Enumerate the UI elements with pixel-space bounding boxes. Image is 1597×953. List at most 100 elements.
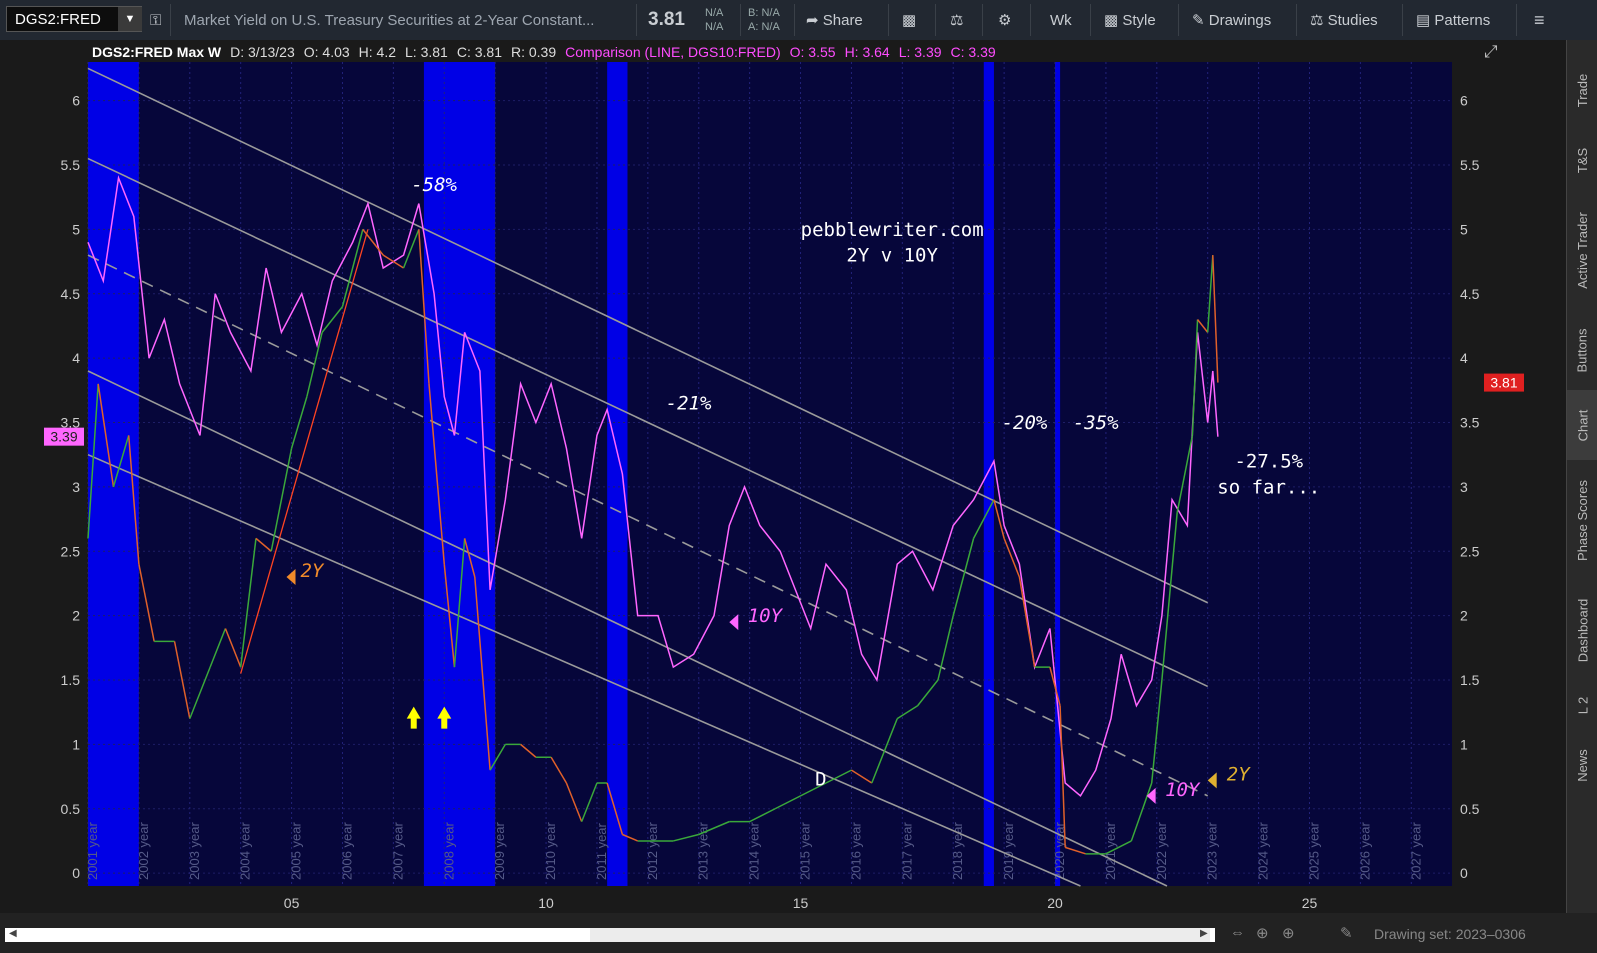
annotation-label: -21% xyxy=(666,393,712,415)
share-button[interactable]: ➦ Share xyxy=(806,0,863,40)
annotation-label: -58% xyxy=(411,174,457,196)
flask-icon[interactable]: ⚖ xyxy=(950,0,963,40)
style-button[interactable]: ▩ Style xyxy=(1104,0,1156,40)
tab-label: Active Trader xyxy=(1575,211,1590,289)
y-tick-label-right: 4.5 xyxy=(1460,286,1480,302)
year-label: 2003 year xyxy=(187,822,202,880)
year-label: 2005 year xyxy=(289,822,304,880)
annotation-label: 2Y xyxy=(1227,763,1251,785)
y-tick-label-right: 0.5 xyxy=(1460,801,1480,817)
change-na: N/A xyxy=(705,7,724,19)
info-close: C: 3.81 xyxy=(452,42,506,62)
y-tick-label-left: 3 xyxy=(72,479,80,495)
y-tick-label-left: 4 xyxy=(72,350,80,366)
comparison-low: L: 3.39 xyxy=(894,42,946,62)
chevron-down-icon[interactable]: ▼ xyxy=(118,7,142,31)
tab-dashboard[interactable]: Dashboard xyxy=(1567,580,1597,680)
year-label: 2007 year xyxy=(390,822,405,880)
right-side-panel: Trade T&S Active Trader Buttons Chart Phase S… xyxy=(1566,40,1597,913)
aggregation-button[interactable]: Wk xyxy=(1050,0,1072,40)
menu-icon[interactable]: ≡ xyxy=(1534,0,1545,40)
tab-label: L 2 xyxy=(1575,696,1590,714)
change-pct-na: N/A xyxy=(705,21,724,33)
comparison-open: O: 3.55 xyxy=(785,42,840,62)
comparison-close: C: 3.39 xyxy=(946,42,1000,62)
drawings-label: Drawings xyxy=(1208,11,1272,29)
tab-news[interactable]: News xyxy=(1567,730,1597,800)
gear-icon[interactable]: ⚙ xyxy=(998,0,1011,40)
share-icon: ➦ xyxy=(806,12,823,29)
price-tag-left-label: 3.39 xyxy=(50,429,77,445)
scroll-left-icon[interactable]: ◀ xyxy=(9,928,17,939)
tab-active-trader[interactable]: Active Trader xyxy=(1567,190,1597,310)
zoom-in-icon[interactable]: ⊕ xyxy=(1282,924,1295,942)
chart-title: DGS2:FRED Max W xyxy=(88,42,226,62)
chart-canvas[interactable]: 6 65.5 5.55 54.5 4.54 43.5 3.53 32.5 2.52 21.5 1.5… xyxy=(0,40,1566,913)
scrollbar-thumb[interactable] xyxy=(590,928,1210,942)
recession-band xyxy=(607,62,628,886)
y-tick-label-left: 1 xyxy=(72,736,80,752)
price-tag-right-label: 3.81 xyxy=(1490,375,1517,391)
tab-phase-scores[interactable]: Phase Scores xyxy=(1567,460,1597,580)
zoom-fit-icon[interactable]: ⇔ xyxy=(1230,924,1245,941)
y-tick-label-left: 4.5 xyxy=(61,286,81,302)
crosshair-icon[interactable]: ⊕ xyxy=(1256,924,1269,942)
y-tick-label-left: 1.5 xyxy=(61,672,81,688)
tab-label: Phase Scores xyxy=(1575,479,1590,561)
info-open: O: 4.03 xyxy=(299,42,354,62)
annotation-label: -35% xyxy=(1073,412,1119,434)
y-tick-label-right: 5.5 xyxy=(1460,157,1480,173)
year-label: 2004 year xyxy=(238,822,253,880)
plot-area xyxy=(88,62,1452,886)
snapshot-icon[interactable]: ▩ xyxy=(902,0,916,40)
info-date: D: 3/13/23 xyxy=(226,42,299,62)
drawing-set-label[interactable]: Drawing set: 2023–0306 xyxy=(1374,926,1526,942)
y-tick-label-right: 3 xyxy=(1460,479,1468,495)
patterns-icon: ▤ xyxy=(1416,12,1435,29)
recession-band xyxy=(983,62,994,886)
pencil-icon[interactable]: ✎ xyxy=(1340,924,1353,942)
studies-button[interactable]: ⚖ Studies xyxy=(1310,0,1378,40)
comparison-high: H: 3.64 xyxy=(840,42,894,62)
tab-t-s[interactable]: T&S xyxy=(1567,130,1597,190)
y-tick-label-right: 6 xyxy=(1460,93,1468,109)
x-tick-label: 25 xyxy=(1302,895,1318,911)
x-tick-label: 05 xyxy=(284,895,300,911)
top-toolbar: DGS2:FRED ▼ ⚿ Market Yield on U.S. Treas… xyxy=(0,0,1597,41)
drawings-button[interactable]: ✎ Drawings xyxy=(1192,0,1271,40)
annotation-label: 10Y xyxy=(748,605,784,627)
year-label: 2011 year xyxy=(594,822,609,880)
tab-l-2[interactable]: L 2 xyxy=(1567,680,1597,730)
y-tick-label-left: 0 xyxy=(72,865,80,881)
studies-label: Studies xyxy=(1327,11,1378,29)
y-tick-label-right: 1.5 xyxy=(1460,672,1480,688)
scroll-right-icon[interactable]: ▶ xyxy=(1200,928,1208,939)
style-label: Style xyxy=(1122,11,1156,29)
tab-label: Chart xyxy=(1575,409,1591,441)
year-label: 2015 year xyxy=(798,822,813,880)
expand-icon[interactable]: ⤢ xyxy=(1484,42,1498,62)
bid-value: B: N/A xyxy=(748,7,780,19)
x-tick-label: 10 xyxy=(538,895,554,911)
symbol-description: Market Yield on U.S. Treasury Securities… xyxy=(184,11,595,29)
y-tick-label-right: 2.5 xyxy=(1460,543,1480,559)
tab-chart[interactable]: Chart xyxy=(1567,390,1597,460)
tab-trade[interactable]: Trade xyxy=(1567,50,1597,130)
year-label: 2026 year xyxy=(1357,822,1372,880)
flask-icon: ⚖ xyxy=(1310,12,1328,29)
last-price: 3.81 xyxy=(648,9,685,30)
annotation-label: -20% xyxy=(1002,412,1048,434)
year-label: 2001 year xyxy=(85,822,100,880)
patterns-label: Patterns xyxy=(1434,11,1491,29)
y-tick-label-left: 5 xyxy=(72,221,80,237)
y-tick-label-right: 5 xyxy=(1460,221,1468,237)
chart-info-bar: DGS2:FRED Max W D: 3/13/23 O: 4.03 H: 4.… xyxy=(88,42,1001,62)
patterns-button[interactable]: ▤ Patterns xyxy=(1416,0,1490,40)
year-label: 2016 year xyxy=(848,822,863,880)
y-tick-label-right: 2 xyxy=(1460,608,1468,624)
link-icon[interactable]: ⚿ xyxy=(150,0,161,40)
annotation-label: D xyxy=(815,769,826,791)
tab-buttons[interactable]: Buttons xyxy=(1567,310,1597,390)
year-label: 2006 year xyxy=(339,822,354,880)
info-low: L: 3.81 xyxy=(401,42,452,62)
